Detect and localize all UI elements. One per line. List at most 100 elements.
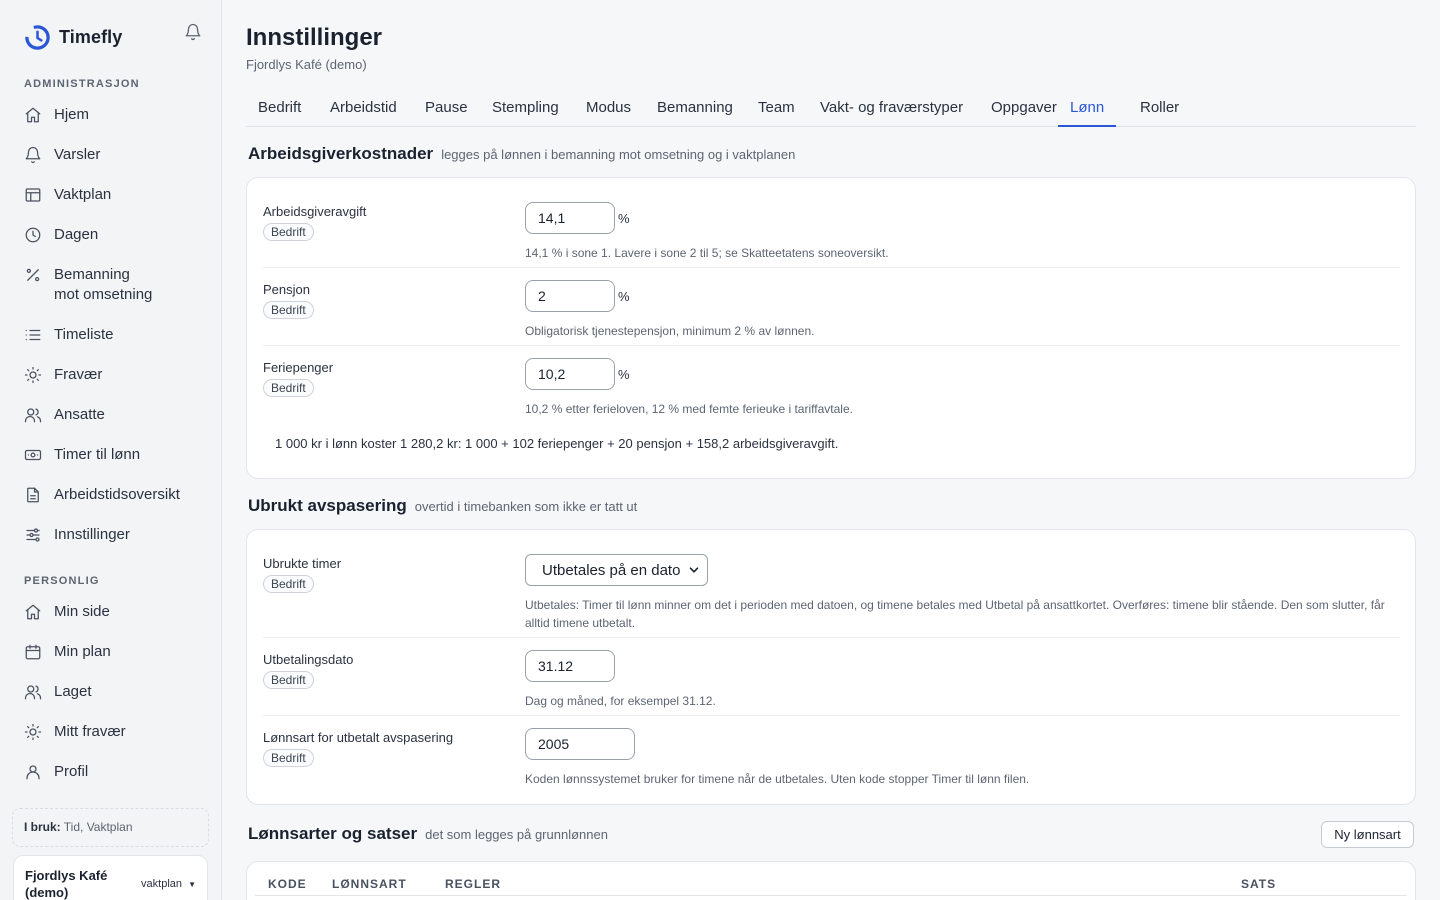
sidebar-personal-item-profil[interactable]: Profil <box>24 762 88 782</box>
select-value: Utbetales på en dato <box>542 561 681 579</box>
sliders-icon <box>26 528 40 542</box>
nav-label: Hjem <box>54 106 90 123</box>
tab-arbeidstid[interactable]: Arbeidstid <box>318 96 409 127</box>
percent-unit: % <box>618 289 630 304</box>
sidebar-item-bemanning[interactable]: Bemanning mot omsetning <box>24 265 152 305</box>
setting-row-pension: Pensjon Bedrift % Obligatorisk tjenestep… <box>263 280 1400 346</box>
tab-lønn[interactable]: Lønn <box>1058 96 1117 127</box>
setting-hint: Utbetales: Timer til lønn minner om det … <box>525 598 1385 630</box>
section-label-personal: PERSONLIG <box>24 575 100 587</box>
users-icon <box>24 685 42 700</box>
unused-hours-select[interactable]: Utbetales på en dato <box>525 554 708 586</box>
nav-label: Bemanning mot omsetning <box>54 266 153 303</box>
setting-label: Ubrukte timer <box>263 556 342 571</box>
employer-costs-card: Arbeidsgiveravgift Bedrift % 14,1 % i so… <box>246 177 1416 479</box>
setting-row-wage-code: Lønnsart for utbetalt avspasering Bedrif… <box>263 728 1400 786</box>
tab-modus[interactable]: Modus <box>574 96 643 127</box>
nav-label: Dagen <box>54 226 99 243</box>
setting-hint: 10,2 % etter ferieloven, 12 % med femte … <box>525 402 853 416</box>
new-wage-type-button[interactable]: Ny lønnsart <box>1321 821 1414 848</box>
in-use-value: Tid, Vaktplan <box>63 820 133 834</box>
payout-date-input[interactable] <box>525 650 615 682</box>
company-switcher[interactable]: Fjordlys Kafé (demo) vaktplan ▼ <box>13 855 208 900</box>
tab-bemanning[interactable]: Bemanning <box>645 96 745 127</box>
nav-label: Arbeidstidsoversikt <box>54 486 180 503</box>
sidebar-personal-item-laget[interactable]: Laget <box>24 682 92 702</box>
column-header-wage-type[interactable]: LØNNSART <box>332 877 407 891</box>
brand-name: Timefly <box>59 27 123 47</box>
tab-oppgaver[interactable]: Oppgaver <box>979 96 1069 127</box>
setting-label: Pensjon <box>263 282 310 297</box>
holiday-pay-input[interactable] <box>525 358 615 390</box>
setting-hint: Dag og måned, for eksempel 31.12. <box>525 694 716 708</box>
wage-types-table: KODE LØNNSART REGLER SATS <box>246 861 1416 900</box>
section-description: legges på lønnen i bemanning mot omsetni… <box>441 147 796 162</box>
nav-label: Timeliste <box>54 326 114 343</box>
tab-team[interactable]: Team <box>746 96 807 127</box>
setting-label: Arbeidsgiveravgift <box>263 204 367 219</box>
sidebar-item-timer-til-lønn[interactable]: Timer til lønn <box>24 445 140 465</box>
tab-stempling[interactable]: Stempling <box>480 96 571 127</box>
setting-row-unused-hours: Ubrukte timer Bedrift Utbetales på en da… <box>263 554 1400 638</box>
nav-label: Varsler <box>54 146 101 163</box>
nav-label: Fravær <box>54 366 103 383</box>
tab-roller[interactable]: Roller <box>1128 96 1191 127</box>
sidebar-item-varsler[interactable]: Varsler <box>24 145 100 165</box>
bell-icon <box>25 146 41 164</box>
sidebar-item-vaktplan[interactable]: Vaktplan <box>24 185 111 205</box>
sidebar-item-timeliste[interactable]: Timeliste <box>24 325 113 345</box>
column-header-code[interactable]: KODE <box>268 877 307 891</box>
nav-label: Timer til lønn <box>54 446 141 463</box>
cost-summary: 1 000 kr i lønn koster 1 280,2 kr: 1 000… <box>275 436 839 451</box>
home-icon <box>25 107 41 123</box>
user-icon <box>26 765 40 780</box>
sidebar-item-fravær[interactable]: Fravær <box>24 365 102 385</box>
scope-badge: Bedrift <box>263 749 314 767</box>
tab-vakt-og-fraværstyper[interactable]: Vakt- og fraværstyper <box>808 96 975 127</box>
setting-label: Utbetalingsdato <box>263 652 354 667</box>
nav-label: Min plan <box>54 643 111 660</box>
home-icon <box>25 604 41 620</box>
in-use-box: I bruk: Tid, Vaktplan <box>12 808 209 847</box>
pension-input[interactable] <box>525 280 615 312</box>
column-header-rate[interactable]: SATS <box>1241 877 1276 891</box>
settings-tabs: Bedrift Arbeidstid Pause Stempling Modus Bema… <box>246 96 1416 127</box>
sun-icon <box>24 723 42 741</box>
tab-bedrift[interactable]: Bedrift <box>246 96 313 127</box>
brand[interactable]: Timefly <box>24 24 122 51</box>
unused-leave-card: Ubrukte timer Bedrift Utbetales på en da… <box>246 529 1416 805</box>
setting-row-employer-tax: Arbeidsgiveravgift Bedrift % 14,1 % i so… <box>263 202 1400 268</box>
section-description: det som legges på grunnlønnen <box>425 827 608 842</box>
sidebar-item-hjem[interactable]: Hjem <box>24 105 89 125</box>
sidebar-item-ansatte[interactable]: Ansatte <box>24 405 105 425</box>
setting-row-holiday-pay: Feriepenger Bedrift % 10,2 % etter ferie… <box>263 358 1400 420</box>
sidebar-personal-item-min-plan[interactable]: Min plan <box>24 642 111 662</box>
nav-label: Ansatte <box>54 406 105 423</box>
page-subtitle: Fjordlys Kafé (demo) <box>246 57 367 72</box>
sidebar-item-dagen[interactable]: Dagen <box>24 225 98 245</box>
list-icon <box>25 329 41 341</box>
wage-code-input[interactable] <box>525 728 635 760</box>
setting-hint: 14,1 % i sone 1. Lavere i sone 2 til 5; … <box>525 246 889 260</box>
banknote-icon <box>24 449 42 461</box>
setting-label: Lønnsart for utbetalt avspasering <box>263 730 454 745</box>
users-icon <box>24 408 42 423</box>
sidebar-personal-item-mitt-fravær[interactable]: Mitt fravær <box>24 722 126 742</box>
nav-label: Vaktplan <box>54 186 112 203</box>
in-use-label: I bruk: <box>24 820 61 834</box>
column-header-rules[interactable]: REGLER <box>445 877 501 891</box>
nav-label: Min side <box>54 603 110 620</box>
section-title: Lønnsarter og satser <box>248 824 418 843</box>
sidebar-item-innstillinger[interactable]: Innstillinger <box>24 525 130 545</box>
section-title: Arbeidsgiverkostnader <box>248 144 434 163</box>
table-header-divider <box>255 895 1407 896</box>
employer-costs-heading: Arbeidsgiverkostnader legges på lønnen i… <box>248 144 795 164</box>
notifications-bell-icon[interactable] <box>184 23 202 41</box>
unused-leave-heading: Ubrukt avspasering overtid i timebanken … <box>248 496 637 516</box>
tab-pause[interactable]: Pause <box>413 96 480 127</box>
employer-tax-input[interactable] <box>525 202 615 234</box>
company-plan-label: vaktplan <box>141 878 183 890</box>
sun-icon <box>24 366 42 384</box>
sidebar-item-arbeidstidsoversikt[interactable]: Arbeidstidsoversikt <box>24 485 180 505</box>
sidebar-personal-item-min-side[interactable]: Min side <box>24 602 110 622</box>
